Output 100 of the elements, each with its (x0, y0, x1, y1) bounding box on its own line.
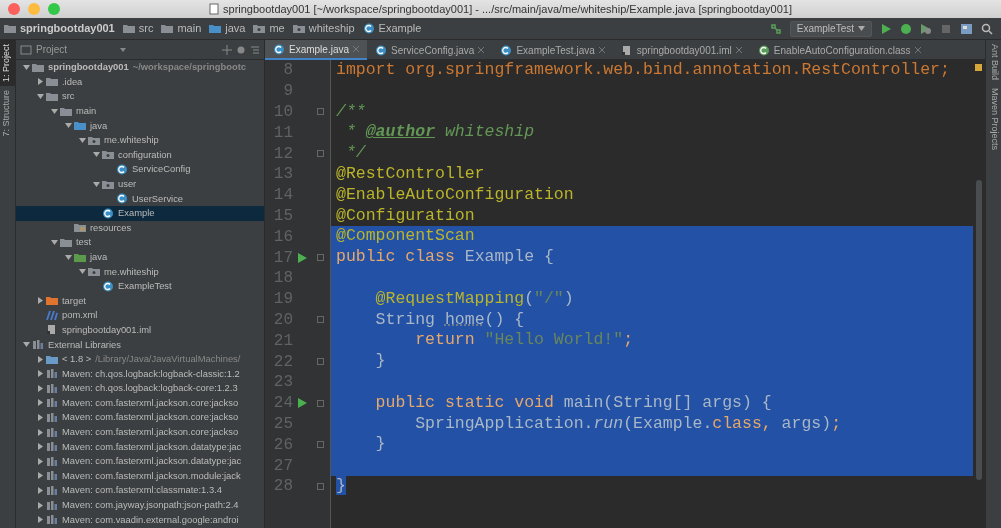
warning-marker[interactable] (975, 64, 982, 71)
window-title: springbootday001 [~/workspace/springbootday001] - .../src/main/java/me/whiteship/Example.java [springbootday001] (223, 1, 792, 17)
library-icon (46, 455, 58, 467)
tree-item[interactable]: Maven: com.fasterxml.jackson.module:jack (16, 468, 264, 484)
library-icon (46, 397, 58, 409)
breadcrumb-item[interactable]: java (225, 20, 246, 37)
library-icon (32, 339, 44, 351)
close-icon[interactable] (914, 47, 921, 53)
panel-title[interactable]: Project (36, 42, 68, 57)
tree-item[interactable]: External Libraries (16, 337, 264, 352)
debug-icon[interactable] (900, 22, 912, 35)
tree-item[interactable]: java (16, 249, 264, 265)
scrollbar-thumb[interactable] (976, 180, 982, 480)
tree-item[interactable]: src (16, 89, 264, 104)
tool-window-tab[interactable]: Ant Build (986, 40, 1001, 85)
breadcrumb-item[interactable]: me (269, 20, 285, 37)
editor-tab[interactable]: ServiceConfig.java (367, 40, 493, 60)
tree-item[interactable]: Maven: ch.qos.logback:logback-core:1.2.3 (16, 381, 264, 396)
tool-window-tab[interactable]: 7: Structure (0, 86, 15, 141)
tree-item[interactable]: Maven: com.fasterxml.jackson.datatype:jac (16, 439, 264, 455)
class-icon (362, 23, 375, 34)
tree-item[interactable]: test (16, 235, 264, 250)
maven-icon (46, 309, 58, 321)
folder-icon (74, 120, 86, 132)
package-icon (102, 178, 114, 190)
folder-icon (209, 23, 222, 34)
tool-window-tab[interactable]: 1: Project (0, 40, 15, 87)
folder-icon (74, 251, 86, 263)
editor-tab[interactable]: ExampleTest.java (492, 40, 613, 60)
settings-icon[interactable] (236, 44, 246, 55)
run-configuration-dropdown[interactable]: ExampleTest (789, 20, 872, 37)
library-icon (46, 470, 58, 482)
folder-icon (46, 91, 58, 102)
folder-icon (46, 76, 58, 88)
tree-item[interactable]: java (16, 118, 264, 133)
expanded-arrow-icon[interactable] (22, 63, 30, 71)
tree-item[interactable]: springbootday001 ~/workspace/springbootc (16, 60, 264, 75)
tree-item[interactable]: Maven: com.fasterxml.jackson.datatype:jac (16, 454, 264, 469)
tree-item[interactable]: Maven: com.jayway.jsonpath:json-path:2.4 (16, 497, 264, 513)
code-line: @Configuration (335, 205, 476, 227)
run-gutter-icon[interactable] (297, 398, 307, 409)
tree-item[interactable]: configuration (16, 147, 264, 163)
breadcrumb-item[interactable]: whiteship (308, 20, 355, 37)
expanded-arrow-icon[interactable] (92, 180, 100, 188)
class-icon (102, 280, 114, 292)
tree-item[interactable]: resources (16, 220, 264, 236)
editor-tab[interactable]: EnableAutoConfiguration.class (749, 40, 929, 60)
package-icon (253, 23, 266, 34)
tree-item[interactable]: Example (16, 205, 264, 221)
breadcrumb-item[interactable]: src (138, 20, 154, 37)
tree-item[interactable]: Maven: com.fasterxml:classmate:1.3.4 (16, 483, 264, 498)
scroll-from-source-icon[interactable] (222, 44, 232, 55)
package-icon (88, 266, 100, 278)
tree-item[interactable]: .idea (16, 74, 264, 90)
library-icon (46, 485, 58, 496)
class-icon (102, 207, 114, 219)
coverage-icon[interactable] (920, 22, 932, 35)
panel-view-icon (20, 44, 32, 55)
folder-icon (46, 295, 58, 307)
tree-item[interactable]: Maven: ch.qos.logback:logback-classic:1.2 (16, 366, 264, 382)
folder-icon (161, 23, 174, 34)
editor-tab[interactable]: springbootday001.iml (612, 40, 750, 60)
tree-item[interactable]: pom.xml (16, 308, 264, 323)
search-icon[interactable] (981, 22, 993, 35)
breadcrumb-item[interactable]: main (177, 20, 202, 37)
tree-item[interactable]: Maven: com.fasterxml.jackson.core:jackso (16, 395, 264, 411)
breadcrumb-item[interactable]: Example (378, 20, 422, 37)
code-line: @EnableAutoConfiguration (335, 184, 575, 206)
editor-tab[interactable]: Example.java (265, 40, 368, 60)
run-icon[interactable] (880, 22, 892, 35)
tree-item[interactable]: target (16, 293, 264, 309)
tree-item[interactable]: me.whiteship (16, 132, 264, 148)
close-icon[interactable] (598, 47, 605, 53)
tree-item[interactable]: Maven: com.vaadin.external.google:androi (16, 512, 264, 527)
tree-item[interactable]: me.whiteship (16, 264, 264, 279)
close-icon[interactable] (478, 47, 485, 53)
tree-item[interactable]: UserService (16, 191, 264, 206)
run-gutter-icon[interactable] (297, 252, 307, 263)
dropdown-icon[interactable] (119, 46, 128, 53)
tree-item[interactable]: Maven: com.fasterxml.jackson.core:jackso (16, 410, 264, 425)
breadcrumb-item[interactable]: springbootday001 (20, 20, 115, 37)
close-icon[interactable] (735, 47, 742, 53)
package-icon (88, 134, 100, 146)
collapsed-arrow-icon[interactable] (36, 297, 44, 305)
library-icon (46, 412, 58, 424)
tree-item[interactable]: ServiceConfig (16, 162, 264, 177)
collapsed-arrow-icon[interactable] (36, 78, 44, 86)
tool-window-tab[interactable]: Maven Projects (986, 84, 1001, 155)
tree-item[interactable]: main (16, 103, 264, 119)
project-structure-icon[interactable] (960, 22, 973, 35)
package-icon (292, 23, 305, 34)
tree-item[interactable]: Maven: com.fasterxml.jackson.core:jackso (16, 424, 264, 440)
tree-item[interactable]: ExampleTest (16, 278, 264, 294)
class-icon (273, 43, 285, 55)
build-icon[interactable] (769, 22, 782, 35)
tree-item[interactable]: springbootday001.iml (16, 322, 264, 338)
expanded-arrow-icon[interactable] (22, 341, 30, 349)
tree-item[interactable]: < 1.8 > /Library/Java/JavaVirtualMachines/ (16, 351, 264, 367)
tree-item[interactable]: user (16, 176, 264, 192)
library-icon (46, 368, 58, 380)
